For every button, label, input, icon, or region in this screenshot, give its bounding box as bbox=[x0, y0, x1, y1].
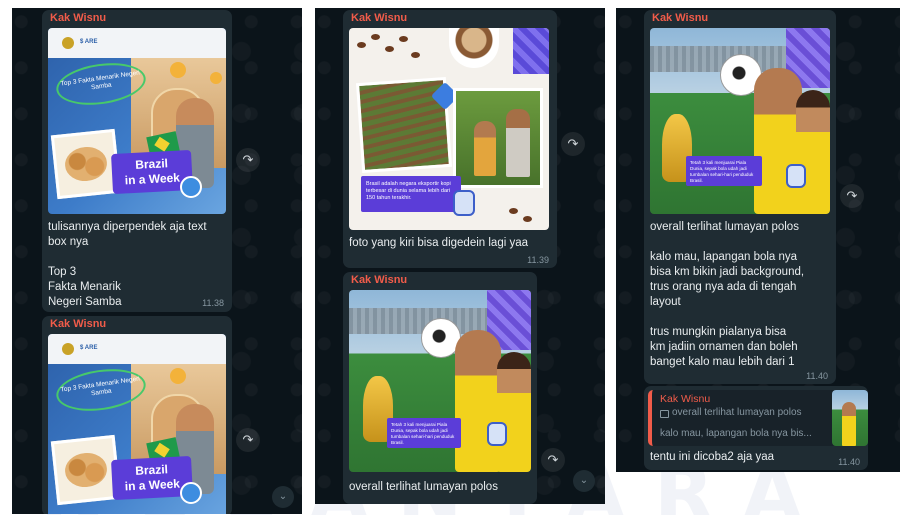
message-bubble-football[interactable]: Kak Wisnu Tetah 3 kali menjuarai Piala D… bbox=[343, 272, 537, 504]
message-time: 11.39 bbox=[527, 255, 549, 265]
forward-icon[interactable]: ↷ bbox=[840, 184, 864, 208]
sender-name: Kak Wisnu bbox=[652, 12, 709, 24]
message-text: overall terlihat lumayan polos bbox=[349, 481, 498, 493]
image-football[interactable]: Tetah 3 kali menjuarai Piala Dunia, sepa… bbox=[650, 28, 830, 214]
globe-icon bbox=[180, 482, 202, 504]
coffee-bean bbox=[509, 208, 518, 214]
image-header-bar bbox=[48, 334, 226, 364]
message-text: tulisannya diperpendek aja text box nya … bbox=[48, 221, 207, 308]
scroll-down-button[interactable]: ⌄ bbox=[573, 470, 595, 492]
quoted-message[interactable]: Kak Wisnu overall terlihat lumayan polos… bbox=[648, 390, 868, 446]
image-coffee[interactable]: Brasil adalah negara eksportir kopi terb… bbox=[349, 28, 549, 230]
message-bubble-football-comment[interactable]: Kak Wisnu Tetah 3 kali menjuarai Piala D… bbox=[644, 10, 836, 384]
thumbs-up-icon bbox=[786, 164, 806, 188]
thumbs-up-icon bbox=[453, 190, 475, 216]
message-bubble-coffee[interactable]: Kak Wisnu Brasil adalah negara eksportir… bbox=[343, 10, 557, 268]
chat-panel-1[interactable]: Kak Wisnu $ ARE Top 3 Fakta Menarik Nege… bbox=[12, 8, 302, 514]
quoted-sender: Kak Wisnu bbox=[660, 393, 711, 405]
sender-name: Kak Wisnu bbox=[50, 12, 107, 24]
coffee-cup-photo bbox=[449, 28, 499, 68]
man-fan-photo bbox=[455, 330, 501, 472]
man-fan-photo bbox=[754, 68, 802, 214]
quoted-line-1: overall terlihat lumayan polos bbox=[672, 407, 802, 418]
message-text: foto yang kiri bisa digedein lagi yaa bbox=[349, 237, 529, 249]
message-bubble-image-2[interactable]: Kak Wisnu $ ARE Top 3 Fakta Menarik Nege… bbox=[42, 316, 232, 514]
sender-name: Kak Wisnu bbox=[351, 12, 408, 24]
globe-icon bbox=[180, 176, 202, 198]
woman-fan-photo bbox=[497, 352, 531, 472]
message-bubble-reply[interactable]: Kak Wisnu overall terlihat lumayan polos… bbox=[644, 386, 868, 470]
coffee-bean bbox=[357, 42, 366, 48]
flower-decoration bbox=[170, 62, 186, 78]
man-fan-photo bbox=[842, 402, 856, 446]
forward-icon[interactable]: ↷ bbox=[236, 428, 260, 452]
forward-icon[interactable]: ↷ bbox=[561, 132, 585, 156]
image-caption: Tetah 3 kali menjuarai Piala Dunia, sepa… bbox=[686, 156, 762, 186]
coffee-bean bbox=[385, 46, 394, 52]
logo-emblem-icon bbox=[62, 343, 74, 355]
image-header-bar bbox=[48, 28, 226, 58]
quoted-image-icon bbox=[660, 410, 669, 418]
forward-icon[interactable]: ↷ bbox=[236, 148, 260, 172]
image-caption: Tetah 3 kali menjuarai Piala Dunia, sepa… bbox=[387, 418, 461, 448]
quoted-image-thumbnail bbox=[832, 390, 868, 446]
image-football[interactable]: Tetah 3 kali menjuarai Piala Dunia, sepa… bbox=[349, 290, 531, 472]
sender-name: Kak Wisnu bbox=[351, 274, 408, 286]
message-time: 11.40 bbox=[806, 371, 828, 381]
scroll-down-button[interactable]: ⌄ bbox=[272, 486, 294, 508]
farmers-photo bbox=[453, 88, 543, 188]
coffee-bean bbox=[399, 36, 408, 42]
image-brazil-promo[interactable]: $ ARE Top 3 Fakta Menarik Negeri Samba B… bbox=[48, 28, 226, 214]
sender-name: Kak Wisnu bbox=[50, 318, 107, 330]
reply-message-time: 11.40 bbox=[838, 457, 860, 467]
message-bubble-image-1[interactable]: Kak Wisnu $ ARE Top 3 Fakta Menarik Nege… bbox=[42, 10, 232, 312]
woman-fan-photo bbox=[796, 90, 830, 214]
forward-icon[interactable]: ↷ bbox=[541, 448, 565, 472]
chat-panel-3[interactable]: Kak Wisnu Tetah 3 kali menjuarai Piala D… bbox=[616, 8, 900, 472]
thumbs-up-icon bbox=[487, 422, 507, 446]
message-time: 11.38 bbox=[202, 298, 224, 308]
coffee-bean bbox=[411, 52, 420, 58]
reply-message-text: tentu ini dicoba2 aja yaa bbox=[650, 451, 775, 463]
airplane-pattern bbox=[513, 28, 549, 74]
message-text: overall terlihat lumayan polos kalo mau,… bbox=[650, 221, 805, 368]
chat-panel-2[interactable]: Kak Wisnu Brasil adalah negara eksportir… bbox=[315, 8, 605, 504]
logo-text: $ ARE bbox=[80, 345, 98, 351]
coffee-bean bbox=[523, 216, 532, 222]
flower-decoration bbox=[170, 368, 186, 384]
quoted-line-2: kalo mau, lapangan bola nya bis... bbox=[660, 428, 812, 439]
logo-text: $ ARE bbox=[80, 39, 98, 45]
image-caption: Brasil adalah negara eksportir kopi terb… bbox=[361, 176, 461, 212]
flower-decoration bbox=[210, 72, 222, 84]
image-brazil-promo[interactable]: $ ARE Top 3 Fakta Menarik Negeri Samba B… bbox=[48, 334, 226, 514]
coffee-bean bbox=[371, 34, 380, 40]
logo-emblem-icon bbox=[62, 37, 74, 49]
